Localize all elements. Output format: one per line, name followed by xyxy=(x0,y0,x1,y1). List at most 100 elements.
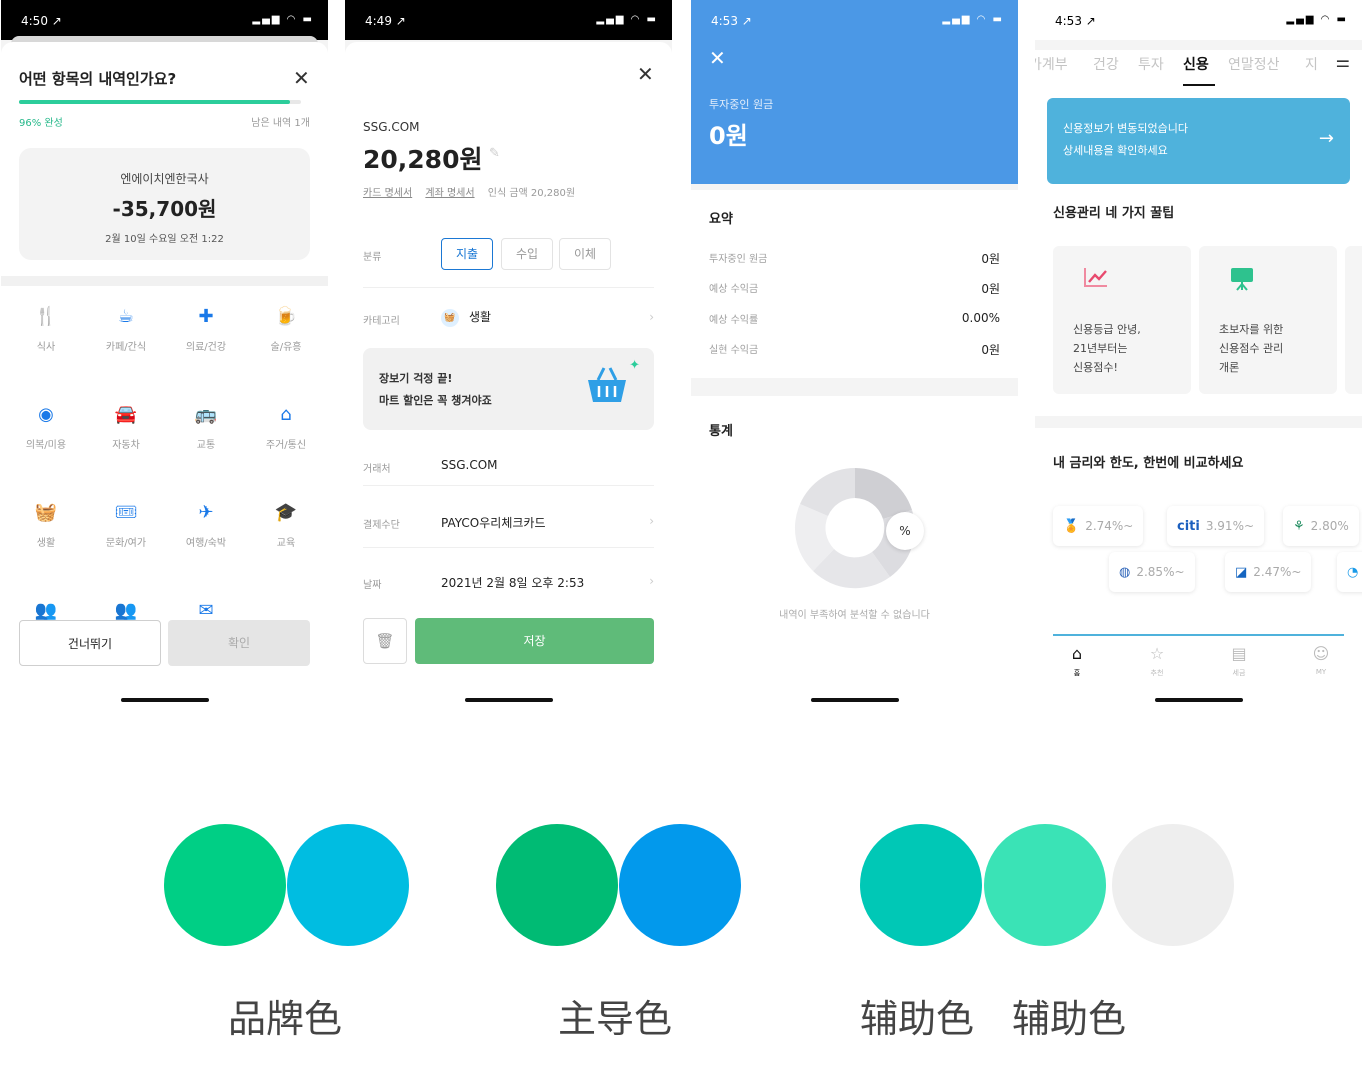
graduation-cap-icon: 🎓 xyxy=(274,502,298,523)
summary-row-label: 예상 수익금 xyxy=(709,284,759,295)
rate-chip[interactable]: citi 3.91%~ xyxy=(1167,506,1265,546)
globe-logo: ◍ xyxy=(1119,565,1131,580)
star-icon: ☆ xyxy=(1149,644,1165,663)
primary-color-swatch-2 xyxy=(619,824,741,946)
vendor-value: SSG.COM xyxy=(441,458,498,472)
category-item[interactable]: ☕ 카페/간식 xyxy=(86,304,166,368)
category-item[interactable]: 🧺 생활 xyxy=(6,500,86,564)
skip-button[interactable]: 건너뛰기 xyxy=(19,620,161,666)
secondary-color-label-2: 辅助色 xyxy=(1012,997,1127,1041)
close-icon[interactable]: ✕ xyxy=(709,46,726,70)
citi-logo: citi xyxy=(1177,519,1200,534)
tab-tax-settlement[interactable]: 연말정산 xyxy=(1228,54,1280,74)
summary-row-label: 투자중인 원금 xyxy=(709,254,768,265)
tab-investment[interactable]: 투자 xyxy=(1138,54,1164,74)
category-label: 문화/여가 xyxy=(105,538,147,549)
nav-tax[interactable]: ▤ 세금 xyxy=(1209,644,1269,678)
bus-icon: 🚌 xyxy=(194,404,218,425)
account-statement-link[interactable]: 계좌 명세서 xyxy=(425,188,474,199)
status-bar: 4:49 ↗ ▂▄▆ ◠ ▬ xyxy=(345,0,672,40)
category-item[interactable]: 🚌 교통 xyxy=(166,402,246,466)
trash-icon[interactable]: 🗑 xyxy=(363,618,407,664)
bank-logo: ◔ xyxy=(1347,565,1359,580)
secondary-color-swatch-2 xyxy=(984,824,1106,946)
progress-text: 96% 완성 xyxy=(19,118,63,129)
tips-title: 신용관리 네 가지 꿀팁 xyxy=(1053,206,1175,221)
card-statement-link[interactable]: 카드 명세서 xyxy=(363,188,412,199)
category-item[interactable]: 🍴 식사 xyxy=(6,304,86,368)
tip-card[interactable]: 초보자를 위한 신용점수 관리 개론 xyxy=(1199,246,1337,394)
stats-title: 통계 xyxy=(709,424,733,439)
rate-chip[interactable]: ◪ 2.47%~ xyxy=(1225,552,1312,592)
bottom-sheet: 어떤 항목의 내역인가요? ✕ 96% 완성 남은 내역 1개 엔에이치엔한국사… xyxy=(1,42,328,708)
signal-wifi-battery-icon: ▂▄▆ ◠ ▬ xyxy=(252,14,314,25)
nav-home[interactable]: ⌂ 홈 xyxy=(1047,644,1107,678)
nav-recommend[interactable]: ☆ 추천 xyxy=(1127,644,1187,678)
coffee-cup-icon: ☕ xyxy=(117,306,135,327)
rate-chip[interactable]: 🏅 2.74%~ xyxy=(1053,506,1144,546)
percent-badge: % xyxy=(886,512,924,550)
save-button[interactable]: 저장 xyxy=(415,618,654,664)
type-row: 분류 지출 수입 이체 xyxy=(363,228,654,288)
phone-investment: 4:53 ↗ ▂▄▆ ◠ ▬ ✕ 투자중인 원금 0원 요약 투자중인 원금 0… xyxy=(691,0,1018,708)
confirm-button[interactable]: 확인 xyxy=(168,620,310,666)
medal-icon: 🏅 xyxy=(1063,519,1080,534)
statement-links: 카드 명세서 계좌 명세서 인식 금액 20,280원 xyxy=(363,184,575,199)
tab-health[interactable]: 건강 xyxy=(1093,54,1119,74)
category-item[interactable]: 🍺 술/유흥 xyxy=(246,304,326,368)
home-icon: ⌂ xyxy=(1071,644,1083,663)
promo-banner[interactable]: 장보기 걱정 끝! 마트 할인은 꼭 챙겨야죠 ✦ xyxy=(363,348,654,430)
category-row[interactable]: 카테고리 🧺 생활 › xyxy=(363,290,654,342)
type-expense-button[interactable]: 지출 xyxy=(441,238,494,270)
nav-my[interactable]: ☺ MY xyxy=(1291,644,1351,676)
summary-row-value: 0원 xyxy=(981,252,1000,266)
merchant-name: SSG.COM xyxy=(363,120,420,134)
shopping-basket-icon xyxy=(584,366,630,412)
sparkle-icon: ✦ xyxy=(629,358,640,373)
tab-household[interactable]: 가계부 xyxy=(1035,54,1068,74)
fork-knife-icon: 🍴 xyxy=(34,306,58,327)
transaction-merchant: 엔에이치엔한국사 xyxy=(120,172,209,186)
close-icon[interactable]: ✕ xyxy=(637,64,654,84)
payment-row[interactable]: 결제수단 PAYCO우리체크카드 › xyxy=(363,488,654,548)
close-icon[interactable]: ✕ xyxy=(293,68,310,88)
rate-chip[interactable]: ⚘ 2.80% xyxy=(1283,506,1359,546)
category-item[interactable]: ◉ 의복/미용 xyxy=(6,402,86,466)
category-item[interactable]: ⌂ 주거/통신 xyxy=(246,402,326,466)
category-item[interactable]: 🚘 자동차 xyxy=(86,402,166,466)
sliders-icon[interactable]: ⚌ xyxy=(1329,52,1350,71)
tip-card[interactable]: 신용등급 안녕, 21년부터는 신용점수! xyxy=(1053,246,1191,394)
category-item[interactable]: 🎓 교육 xyxy=(246,500,326,564)
status-time: 4:53 ↗ xyxy=(711,14,752,28)
rate-chip[interactable]: ◔ xyxy=(1337,552,1362,592)
car-icon: 🚘 xyxy=(114,404,138,425)
payment-value: PAYCO우리체크카드 xyxy=(441,516,546,530)
type-income-button[interactable]: 수입 xyxy=(501,238,554,270)
phone-credit: 4:53 ↗ ▂▄▆ ◠ ▬ 가계부 건강 투자 신용 연말정산 지 ⚌ 신용정… xyxy=(1035,0,1362,708)
empty-state-text: 내역이 부족하여 분석할 수 없습니다 xyxy=(779,610,930,621)
phone-transaction-detail: 4:49 ↗ ▂▄▆ ◠ ▬ ✕ SSG.COM 20,280원 ✎ 카드 명세… xyxy=(345,0,672,708)
home-indicator xyxy=(464,698,553,702)
rate-chip[interactable]: ◍ 2.85%~ xyxy=(1109,552,1195,592)
category-item[interactable]: ✚ 의료/건강 xyxy=(166,304,246,368)
status-time: 4:50 ↗ xyxy=(21,14,62,28)
type-transfer-button[interactable]: 이체 xyxy=(559,238,612,270)
pencil-icon[interactable]: ✎ xyxy=(489,146,500,161)
category-item[interactable]: ✈ 여행/숙박 xyxy=(166,500,246,564)
tip-card[interactable] xyxy=(1345,246,1362,394)
tip-text: 초보자를 위한 신용점수 관리 개론 xyxy=(1219,323,1284,374)
tab-credit[interactable]: 신용 xyxy=(1183,54,1209,74)
mirror-icon: ◉ xyxy=(38,404,54,425)
date-value: 2021년 2월 8일 오후 2:53 xyxy=(441,576,585,590)
date-row[interactable]: 날짜 2021년 2월 8일 오후 2:53 › xyxy=(363,550,654,606)
tab-more[interactable]: 지 xyxy=(1305,54,1318,74)
document-icon: ▤ xyxy=(1231,644,1247,663)
nav-label: 홈 xyxy=(1073,669,1081,677)
category-item[interactable]: 🎟 문화/여가 xyxy=(86,500,166,564)
vendor-row[interactable]: 거래처 SSG.COM xyxy=(363,434,654,486)
nav-label: 추천 xyxy=(1150,669,1164,677)
banner-line-1: 신용정보가 변동되었습니다 xyxy=(1063,122,1188,135)
summary-row: 예상 수익률 0.00% xyxy=(709,311,1000,329)
remaining-count: 남은 내역 1개 xyxy=(251,118,310,129)
credit-change-banner[interactable]: 신용정보가 변동되었습니다 상세내용을 확인하세요 → xyxy=(1047,98,1350,184)
